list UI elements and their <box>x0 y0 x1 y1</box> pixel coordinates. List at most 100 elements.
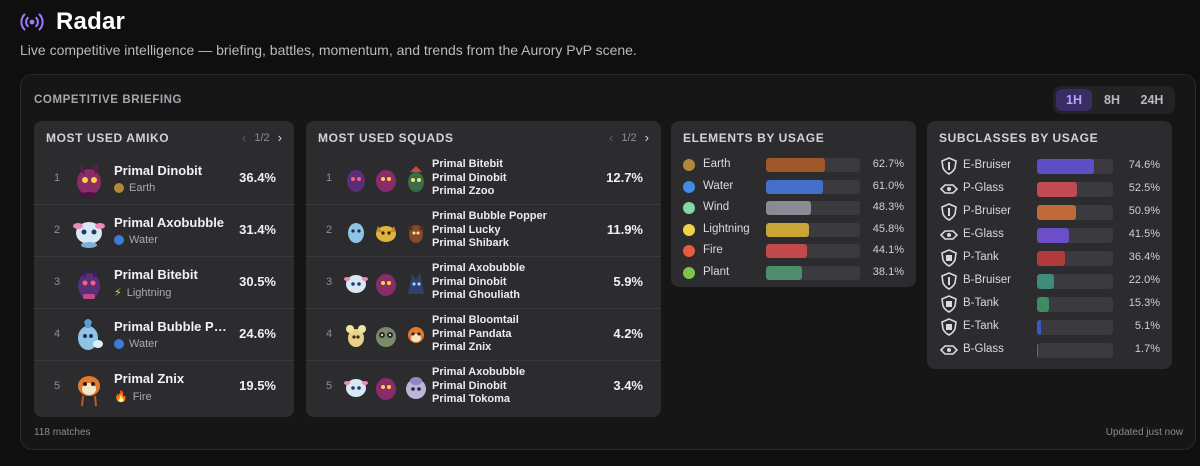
card-title: SUBCLASSES BY USAGE <box>939 131 1099 145</box>
usage-percent: 15.3% <box>1128 297 1160 309</box>
usage-bar-track <box>1037 182 1113 197</box>
squad-row[interactable]: 1 Primal Bitebit Primal Dinobit Primal Z… <box>306 153 661 205</box>
rank-number: 1 <box>54 172 61 184</box>
axobubble-sprite <box>344 379 368 397</box>
element-label: Earth <box>703 158 731 170</box>
amiko-row[interactable]: 5 Primal Znix 🔥 Fire 19.5% <box>34 361 294 413</box>
chevron-left-icon[interactable]: ‹ <box>242 130 246 145</box>
usage-percent: 5.1% <box>1134 320 1160 332</box>
usage-percent: 61.0% <box>872 179 904 192</box>
amiko-element: ⚡ Lightning <box>114 286 172 300</box>
pager-label: 1/2 <box>254 131 270 144</box>
subclass-label: B-Bruiser <box>963 274 1011 286</box>
squad-row[interactable]: 4 Primal Bloomtail Primal Pandata Primal… <box>306 309 661 361</box>
squad-sprites <box>342 263 432 303</box>
timeframe-24h-button[interactable]: 24H <box>1132 89 1172 111</box>
usage-percent: 19.5% <box>239 378 276 393</box>
usage-percent: 5.9% <box>613 274 643 289</box>
tank-icon <box>941 295 957 313</box>
element-label: Water <box>703 179 734 192</box>
radar-icon <box>20 13 44 31</box>
usage-bar-track <box>1037 320 1113 335</box>
shibark-sprite <box>408 224 424 243</box>
squad-sprites <box>342 315 432 355</box>
squad-members: Primal Bitebit Primal Dinobit Primal Zzo… <box>432 158 507 199</box>
dinobit-sprite <box>376 170 396 192</box>
squad-row[interactable]: 2 Primal Bubble Popper Primal Lucky Prim… <box>306 205 661 257</box>
dinobit-sprite <box>77 164 101 198</box>
usage-bar-track <box>766 244 860 258</box>
chevron-right-icon[interactable]: › <box>278 130 282 145</box>
amiko-name: Primal Bitebit <box>114 267 198 282</box>
most-used-amiko-card: MOST USED AMIKO ‹ 1/2 › 1 Primal Dinobit… <box>34 121 294 417</box>
usage-percent: 48.3% <box>872 201 904 213</box>
element-label: Wind <box>703 201 730 213</box>
wind-icon <box>683 202 695 214</box>
usage-bar-track <box>1037 205 1113 220</box>
znix-sprite <box>78 376 100 407</box>
squad-member-name: Primal Pandata <box>432 327 512 340</box>
timeframe-selector: 1H 8H 24H <box>1053 86 1175 114</box>
amiko-element: Water <box>114 338 158 350</box>
squad-sprites <box>342 367 432 407</box>
znix-sprite <box>408 327 424 343</box>
usage-bar-track <box>1037 274 1113 289</box>
element-row: Wind 48.3% <box>683 198 904 220</box>
usage-percent: 24.6% <box>239 326 276 341</box>
water-icon <box>683 180 695 193</box>
squad-member-name: Primal Dinobit <box>432 379 507 392</box>
element-row: Lightning 45.8% <box>683 220 904 242</box>
subclass-row: B-Tank 15.3% <box>939 293 1160 316</box>
bubble-popper-sprite <box>348 223 364 243</box>
usage-percent: 44.1% <box>872 244 904 256</box>
bloomtail-sprite <box>346 325 366 347</box>
usage-bar-fill <box>1037 159 1094 174</box>
timeframe-1h-button[interactable]: 1H <box>1056 89 1092 111</box>
subclass-label: P-Tank <box>963 251 999 263</box>
subclass-label: P-Bruiser <box>963 205 1011 217</box>
rank-number: 1 <box>326 172 333 184</box>
subclass-row: E-Tank 5.1% <box>939 316 1160 339</box>
timeframe-8h-button[interactable]: 8H <box>1094 89 1130 111</box>
squad-member-name: Primal Shibark <box>432 237 510 249</box>
amiko-row[interactable]: 1 Primal Dinobit Earth 36.4% <box>34 153 294 205</box>
element-label: Lightning <box>126 286 172 299</box>
usage-bar-track <box>1037 297 1113 312</box>
usage-bar-fill <box>1037 274 1054 289</box>
usage-percent: 36.4% <box>239 170 276 185</box>
pager-label: 1/2 <box>621 131 637 144</box>
usage-bar-fill <box>766 222 810 237</box>
chevron-left-icon[interactable]: ‹ <box>609 130 613 145</box>
usage-percent: 1.7% <box>1134 343 1160 355</box>
page-header: Radar <box>20 8 125 36</box>
subclass-label: B-Glass <box>963 343 1004 355</box>
tank-icon <box>941 318 957 336</box>
amiko-row[interactable]: 2 Primal Axobubble Water 31.4% <box>34 205 294 257</box>
usage-percent: 38.1% <box>872 265 904 278</box>
amiko-row[interactable]: 3 Primal Bitebit ⚡ Lightning 30.5% <box>34 257 294 309</box>
shield-icon <box>941 157 957 175</box>
glass-icon <box>939 345 959 355</box>
chevron-right-icon[interactable]: › <box>645 130 649 145</box>
usage-bar-track <box>766 265 860 280</box>
card-title: MOST USED AMIKO <box>46 131 170 145</box>
card-title: MOST USED SQUADS <box>318 131 454 145</box>
usage-bar-track <box>766 201 860 215</box>
squad-member-name: Primal Ghouliath <box>432 289 521 301</box>
usage-bar-fill <box>1037 320 1041 335</box>
squad-row[interactable]: 3 Primal Axobubble Primal Dinobit Primal… <box>306 257 661 309</box>
subclass-label: B-Tank <box>963 297 999 309</box>
page-subtitle: Live competitive intelligence — briefing… <box>20 42 637 58</box>
squad-member-name: Primal Lucky <box>432 223 501 236</box>
rank-number: 2 <box>326 224 333 236</box>
usage-bar-track <box>1037 159 1113 174</box>
usage-bar-track <box>766 158 860 172</box>
amiko-row[interactable]: 4 Primal Bubble Popper Water 24.6% <box>34 309 294 361</box>
shield-icon <box>941 203 957 221</box>
pandata-sprite <box>376 327 396 347</box>
amiko-element: Earth <box>114 182 155 194</box>
element-label: Fire <box>703 244 723 256</box>
squad-row[interactable]: 5 Primal Axobubble Primal Dinobit Primal… <box>306 361 661 413</box>
rank-number: 5 <box>326 380 333 392</box>
match-count: 118 matches <box>34 427 91 438</box>
